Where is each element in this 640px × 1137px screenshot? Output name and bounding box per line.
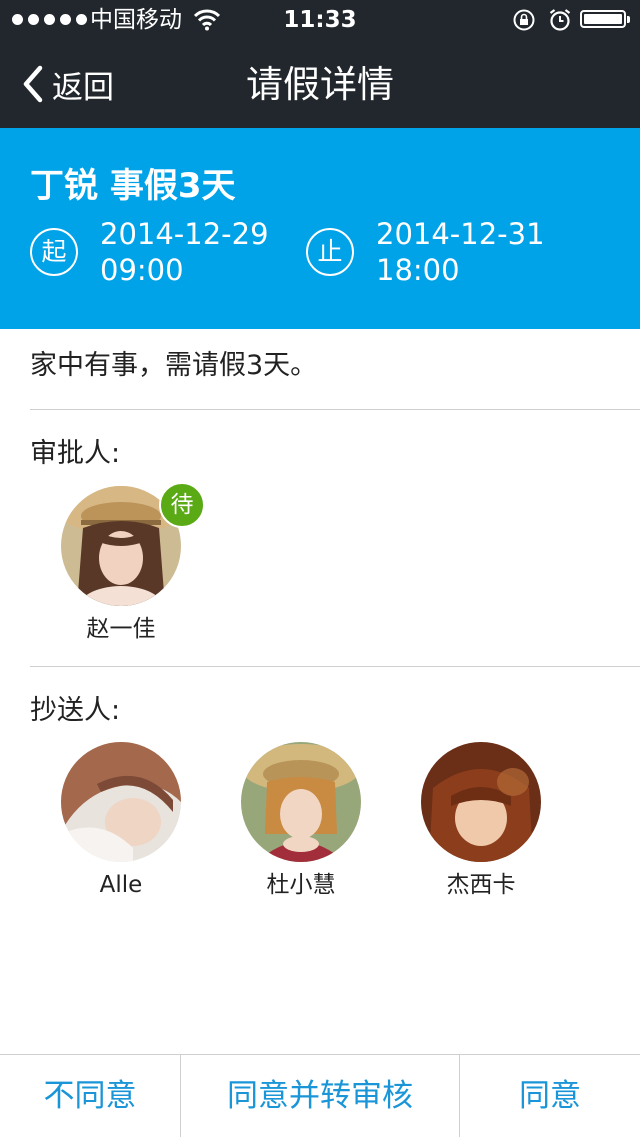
status-bar: 中国移动 11:33: [0, 0, 640, 40]
status-time: 11:33: [283, 7, 357, 33]
agree-and-forward-button[interactable]: 同意并转审核: [181, 1055, 460, 1137]
avatar: [61, 742, 181, 862]
battery-icon: [580, 10, 630, 28]
approver-name: 赵一佳: [86, 616, 156, 642]
start-date: 2014-12-29: [100, 217, 269, 251]
start-time: 09:00: [100, 253, 184, 287]
leave-reason: 家中有事，需请假3天。: [30, 350, 318, 381]
cc-label: 抄送人:: [30, 695, 121, 726]
disagree-button[interactable]: 不同意: [0, 1055, 181, 1137]
top-bar: 中国移动 11:33 返回 请假详情: [0, 0, 640, 128]
avatar: [241, 742, 361, 862]
alarm-icon: [549, 9, 571, 31]
cc-item[interactable]: 杰西卡: [411, 742, 551, 902]
approvers-label: 审批人:: [30, 438, 121, 469]
start-badge: 起: [30, 228, 78, 276]
leave-title: 丁锐 事假3天: [30, 166, 236, 206]
cc-name: 杰西卡: [446, 872, 516, 898]
divider: [30, 666, 640, 667]
approver-item[interactable]: 赵一佳 待: [51, 482, 205, 646]
cc-item[interactable]: Alle: [51, 742, 191, 902]
cc-item[interactable]: 杜小慧: [231, 742, 371, 902]
rotation-lock-icon: [513, 9, 535, 31]
page-title: 请假详情: [246, 63, 394, 106]
end-date: 2014-12-31: [376, 217, 545, 251]
leave-summary-card: 丁锐 事假3天 起 2014-12-29 09:00 止 2014-12-31 …: [0, 128, 640, 329]
end-time: 18:00: [376, 253, 460, 287]
end-badge: 止: [306, 228, 354, 276]
cc-name: 杜小慧: [266, 872, 336, 898]
divider: [30, 409, 640, 410]
end-datetime: 2014-12-31 18:00: [376, 216, 545, 288]
action-bar: 不同意 同意并转审核 同意: [0, 1054, 640, 1137]
pending-status-badge: 待: [159, 482, 205, 528]
agree-button[interactable]: 同意: [460, 1055, 640, 1137]
avatar: [421, 742, 541, 862]
start-datetime: 2014-12-29 09:00: [100, 216, 269, 288]
cc-name: Alle: [99, 872, 143, 898]
